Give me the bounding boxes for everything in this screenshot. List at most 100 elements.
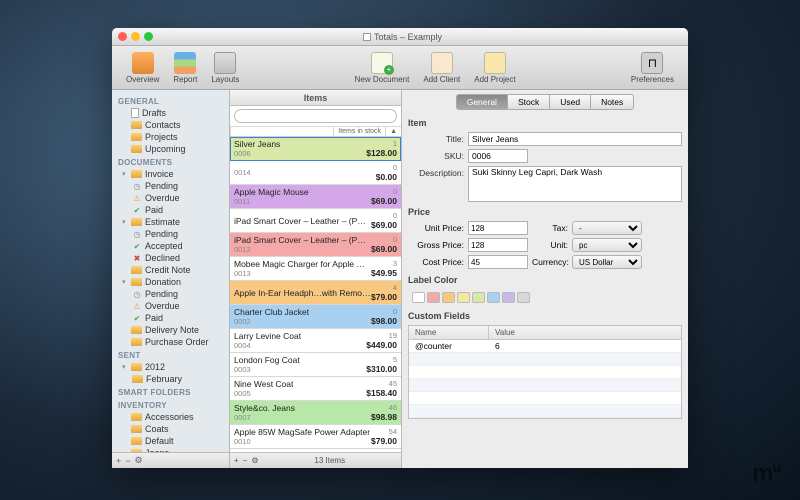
sku-field[interactable] [468, 149, 528, 163]
disclosure-icon[interactable]: ▾ [122, 278, 128, 286]
disclosure-icon[interactable]: ▾ [122, 363, 128, 371]
doc-icon [131, 108, 139, 118]
custom-field-row[interactable] [409, 392, 681, 405]
close-icon[interactable] [118, 32, 127, 41]
paid-icon: ✔ [132, 205, 142, 215]
sidebar-gear-button[interactable]: ⚙ [135, 455, 143, 466]
sidebar-subitem[interactable]: ✔Accepted [112, 240, 229, 252]
color-swatch[interactable] [412, 292, 425, 303]
color-swatch[interactable] [517, 292, 530, 303]
item-row[interactable]: iPad Smart Cover – Leather – (PRODUCT) R… [230, 209, 401, 233]
item-row[interactable]: 00140$0.00 [230, 161, 401, 185]
color-swatch[interactable] [472, 292, 485, 303]
sidebar-subitem[interactable]: ⚠Overdue [112, 300, 229, 312]
layouts-button[interactable]: Layouts [205, 50, 245, 86]
sidebar-subitem[interactable]: ◷Pending [112, 180, 229, 192]
color-swatch[interactable] [427, 292, 440, 303]
item-row[interactable]: Nine West Coat000545$158.40 [230, 377, 401, 401]
folder-icon [131, 413, 142, 421]
sidebar-subitem[interactable]: ⚠Overdue [112, 192, 229, 204]
minimize-icon[interactable] [131, 32, 140, 41]
folder-icon [131, 121, 142, 129]
sidebar-item[interactable]: Credit Note [112, 264, 229, 276]
overview-button[interactable]: Overview [120, 50, 165, 86]
sidebar-item[interactable]: ▾2012 [112, 361, 229, 373]
tax-select[interactable]: - [572, 221, 642, 235]
item-row[interactable]: iPad Smart Cover – Leather – (PRODUCT) R… [230, 233, 401, 257]
items-gear-button[interactable]: ⚙ [251, 456, 258, 465]
sidebar-item[interactable]: Default [112, 435, 229, 447]
sidebar-item[interactable]: Projects [112, 131, 229, 143]
traffic-lights [118, 32, 153, 41]
unit-select[interactable]: pc [572, 238, 642, 252]
item-name: Apple In-Ear Headph…with Remote and Mic [234, 288, 371, 298]
sidebar-item[interactable]: Contacts [112, 119, 229, 131]
sidebar-item[interactable]: ▾Estimate [112, 216, 229, 228]
sidebar-item[interactable]: Purchase Order [112, 336, 229, 348]
item-row[interactable]: Silver Jeans00061$128.00 [230, 137, 401, 161]
item-row[interactable]: Apple Magic Mouse00110$69.00 [230, 185, 401, 209]
sidebar-item[interactable]: Delivery Note [112, 324, 229, 336]
sidebar-item[interactable]: ▾Donation [112, 276, 229, 288]
tab-general[interactable]: General [456, 94, 508, 110]
item-row[interactable]: London Fog Coat00035$310.00 [230, 353, 401, 377]
title-field[interactable] [468, 132, 682, 146]
sidebar-section-head: SENT [112, 348, 229, 361]
sidebar-subitem[interactable]: ✖Declined [112, 252, 229, 264]
add-project-button[interactable]: Add Project [468, 50, 521, 86]
sidebar-subitem[interactable]: ✔Paid [112, 312, 229, 324]
item-row[interactable]: Larry Levine Coat000419$449.00 [230, 329, 401, 353]
new-document-button[interactable]: New Document [349, 50, 416, 86]
custom-field-row[interactable] [409, 366, 681, 379]
report-button[interactable]: Report [167, 50, 203, 86]
color-swatch[interactable] [487, 292, 500, 303]
disclosure-icon[interactable]: ▾ [122, 218, 128, 226]
item-row[interactable]: Apple In-Ear Headph…with Remote and Mic4… [230, 281, 401, 305]
sidebar-subitem[interactable]: ✔Paid [112, 204, 229, 216]
description-field[interactable]: Suki Skinny Leg Capri, Dark Wash [468, 166, 682, 202]
cost-price-field[interactable] [468, 255, 528, 269]
color-swatch[interactable] [457, 292, 470, 303]
item-row[interactable]: Charter Club Jacket00020$98.00 [230, 305, 401, 329]
sidebar-item[interactable]: Coats [112, 423, 229, 435]
item-row[interactable]: Style&co. Jeans000746$98.98 [230, 401, 401, 425]
sidebar-section-head: INVENTORY [112, 398, 229, 411]
color-swatch[interactable] [442, 292, 455, 303]
sidebar-remove-button[interactable]: − [125, 456, 130, 466]
tab-stock[interactable]: Stock [508, 94, 550, 110]
sidebar-subitem[interactable]: ◷Pending [112, 228, 229, 240]
custom-field-row[interactable]: @counter6 [409, 340, 681, 353]
unit-price-field[interactable] [468, 221, 528, 235]
color-swatch[interactable] [502, 292, 515, 303]
zoom-icon[interactable] [144, 32, 153, 41]
sidebar-subitem[interactable]: ◷Pending [112, 288, 229, 300]
items-add-button[interactable]: + [234, 456, 239, 465]
item-row[interactable]: Mobee Magic Charger for Apple Magic Mous… [230, 257, 401, 281]
custom-field-row[interactable] [409, 379, 681, 392]
currency-select[interactable]: US Dollar [572, 255, 642, 269]
gross-price-field[interactable] [468, 238, 528, 252]
overdue-icon: ⚠ [132, 193, 142, 203]
item-row[interactable]: Apple 85W MagSafe Power Adapter001054$79… [230, 425, 401, 449]
items-columns[interactable]: Items in stock ▲ [230, 127, 401, 137]
sidebar-item[interactable]: Drafts [112, 107, 229, 119]
sidebar-subitem[interactable]: February [112, 373, 229, 385]
search-input[interactable] [234, 109, 397, 123]
disclosure-icon[interactable]: ▾ [122, 170, 128, 178]
item-stock: 0 [393, 307, 397, 316]
sidebar-item[interactable]: Accessories [112, 411, 229, 423]
tab-used[interactable]: Used [550, 94, 591, 110]
preferences-button[interactable]: ⊓Preferences [625, 50, 680, 86]
sidebar-item-label: Delivery Note [145, 325, 199, 335]
sidebar-add-button[interactable]: + [116, 456, 121, 466]
tab-notes[interactable]: Notes [591, 94, 634, 110]
custom-field-row[interactable] [409, 353, 681, 366]
sidebar-item-label: Projects [145, 132, 178, 142]
window-title: Totals – Examply [153, 32, 652, 42]
sidebar-item[interactable]: Upcoming [112, 143, 229, 155]
add-client-button[interactable]: Add Client [417, 50, 466, 86]
items-remove-button[interactable]: − [243, 456, 248, 465]
item-sku: 0003 [234, 365, 300, 374]
custom-field-row[interactable] [409, 405, 681, 418]
sidebar-item[interactable]: ▾Invoice [112, 168, 229, 180]
